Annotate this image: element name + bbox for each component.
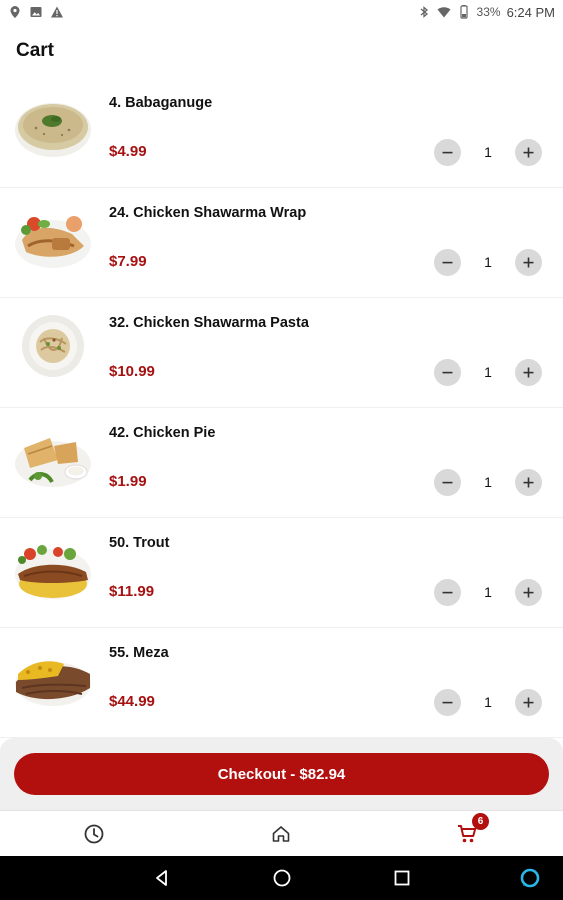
babaganuge-image (14, 94, 92, 162)
system-home-button[interactable] (272, 868, 292, 888)
bluetooth-icon (417, 5, 431, 19)
minus-icon (442, 261, 453, 263)
quantity-stepper: 1 (434, 468, 542, 496)
recents-icon (394, 870, 410, 886)
minus-icon (442, 151, 453, 153)
chicken-pie-image (14, 424, 92, 492)
plus-icon (523, 367, 534, 377)
checkout-panel: Checkout - $82.94 (0, 738, 563, 810)
increase-quantity-button[interactable] (515, 358, 542, 386)
quantity-value: 1 (484, 474, 492, 490)
assistant-icon (520, 868, 540, 888)
increase-quantity-button[interactable] (515, 138, 542, 166)
cart-item: 4. Babaganuge $4.99 1 (0, 78, 563, 188)
quantity-stepper: 1 (434, 578, 542, 606)
plus-icon (523, 477, 534, 487)
cart-item: 42. Chicken Pie $1.99 1 (0, 408, 563, 518)
item-name: 4. Babaganuge (109, 95, 213, 111)
item-name: 55. Meza (109, 645, 169, 661)
decrease-quantity-button[interactable] (434, 578, 461, 606)
status-left-icons (8, 5, 64, 19)
item-price: $4.99 (109, 143, 147, 160)
minus-icon (442, 591, 453, 593)
plus-icon (523, 257, 534, 267)
decrease-quantity-button[interactable] (434, 138, 461, 166)
cart-list: 4. Babaganuge $4.99 1 24. Chicken Shawar… (0, 78, 563, 738)
decrease-quantity-button[interactable] (434, 358, 461, 386)
meza-image (14, 644, 92, 712)
increase-quantity-button[interactable] (515, 248, 542, 276)
item-price: $44.99 (109, 693, 155, 710)
image-icon (29, 5, 43, 19)
warning-icon (50, 5, 64, 19)
item-price: $1.99 (109, 473, 147, 490)
assistant-button[interactable] (520, 868, 540, 888)
cart-item: 50. Trout $11.99 1 (0, 518, 563, 628)
status-right-icons: 33% 6:24 PM (417, 5, 555, 20)
cart-item: 55. Meza $44.99 1 (0, 628, 563, 738)
history-icon (84, 824, 104, 844)
decrease-quantity-button[interactable] (434, 248, 461, 276)
battery-percent: 33% (476, 5, 501, 19)
checkout-button[interactable]: Checkout - $82.94 (14, 753, 549, 795)
quantity-value: 1 (484, 694, 492, 710)
tab-cart[interactable]: 6 (454, 813, 489, 847)
minus-icon (442, 481, 453, 483)
quantity-stepper: 1 (434, 358, 542, 386)
item-name: 24. Chicken Shawarma Wrap (109, 205, 307, 221)
item-price: $11.99 (109, 583, 155, 600)
status-bar: 33% 6:24 PM (0, 0, 563, 24)
location-pin-icon (8, 5, 22, 19)
item-name: 42. Chicken Pie (109, 425, 216, 441)
quantity-stepper: 1 (434, 248, 542, 276)
back-button[interactable] (152, 868, 172, 888)
quantity-value: 1 (484, 144, 492, 160)
trout-image (14, 534, 92, 602)
quantity-stepper: 1 (434, 688, 542, 716)
minus-icon (442, 701, 453, 703)
back-icon (156, 870, 167, 886)
bottom-nav: 6 (0, 810, 563, 856)
quantity-stepper: 1 (434, 138, 542, 166)
battery-icon (457, 5, 471, 19)
item-name: 32. Chicken Shawarma Pasta (109, 315, 309, 331)
shawarma-wrap-image (14, 204, 92, 272)
recents-button[interactable] (392, 868, 412, 888)
plus-icon (523, 587, 534, 597)
home-icon (272, 826, 290, 842)
plus-icon (523, 147, 534, 157)
system-nav-bar (0, 856, 563, 900)
tab-home[interactable] (268, 821, 294, 847)
decrease-quantity-button[interactable] (434, 688, 461, 716)
minus-icon (442, 371, 453, 373)
plus-icon (523, 697, 534, 707)
cart-item: 32. Chicken Shawarma Pasta $10.99 1 (0, 298, 563, 408)
decrease-quantity-button[interactable] (434, 468, 461, 496)
item-price: $10.99 (109, 363, 155, 380)
cart-count-badge: 6 (472, 813, 489, 830)
item-price: $7.99 (109, 253, 147, 270)
status-time: 6:24 PM (506, 4, 555, 20)
quantity-value: 1 (484, 364, 492, 380)
quantity-value: 1 (484, 254, 492, 270)
increase-quantity-button[interactable] (515, 468, 542, 496)
increase-quantity-button[interactable] (515, 688, 542, 716)
increase-quantity-button[interactable] (515, 578, 542, 606)
item-name: 50. Trout (109, 535, 170, 551)
shawarma-pasta-image (14, 314, 92, 382)
tab-history[interactable] (81, 821, 107, 847)
wifi-icon (437, 5, 451, 19)
cart-item: 24. Chicken Shawarma Wrap $7.99 1 (0, 188, 563, 298)
quantity-value: 1 (484, 584, 492, 600)
home-circle-icon (273, 869, 291, 887)
page-title: Cart (16, 40, 55, 61)
